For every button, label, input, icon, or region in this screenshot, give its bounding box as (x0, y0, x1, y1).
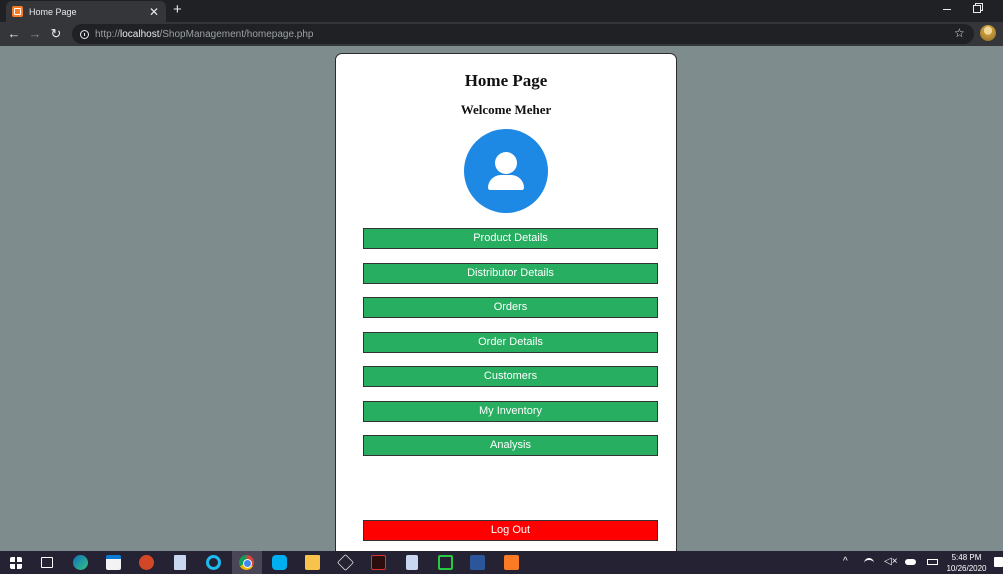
url-host: localhost (120, 28, 160, 40)
3d-box-icon[interactable] (337, 554, 354, 571)
close-tab-icon[interactable]: ✕ (148, 6, 160, 18)
new-tab-icon[interactable]: + (173, 2, 182, 18)
start-icon[interactable] (10, 557, 22, 569)
forward-icon[interactable]: → (27, 25, 43, 43)
url-scheme: http:// (95, 28, 121, 40)
browser-tab-strip: Home Page ✕ + (0, 0, 1003, 22)
back-icon[interactable]: ← (6, 25, 22, 43)
store-icon[interactable] (106, 555, 121, 570)
chrome-icon[interactable] (239, 555, 254, 570)
onedrive-cloud-icon[interactable] (905, 559, 916, 565)
show-hidden-icons-chevron-icon[interactable]: ^ (843, 556, 848, 567)
volume-muted-icon[interactable]: ◁× (884, 556, 898, 567)
skype-icon[interactable] (272, 555, 287, 570)
edge-icon[interactable] (73, 555, 88, 570)
avatar-head (495, 152, 517, 174)
battery-icon[interactable] (927, 559, 938, 565)
task-view-icon[interactable] (41, 557, 53, 568)
internet-explorer-icon[interactable] (206, 555, 221, 570)
bookmark-star-icon[interactable]: ☆ (954, 26, 965, 40)
word-icon[interactable] (470, 555, 485, 570)
document-icon[interactable] (406, 555, 418, 570)
address-bar[interactable]: http://localhost/ShopManagement/homepage… (72, 24, 974, 44)
clock-date: 10/26/2020 (946, 564, 987, 573)
url-path: /ShopManagement/homepage.php (159, 28, 314, 40)
distributor-details-button[interactable]: Distributor Details (363, 263, 658, 284)
orders-button[interactable]: Orders (363, 297, 658, 318)
notifications-icon[interactable] (994, 557, 1003, 567)
xampp-favicon-icon (12, 6, 23, 17)
restore-window-icon[interactable] (970, 2, 984, 16)
profile-avatar-icon[interactable] (980, 25, 996, 41)
avatar-body (488, 175, 524, 190)
powerpoint-icon[interactable] (139, 555, 154, 570)
site-info-icon[interactable] (80, 29, 89, 39)
home-card: Home Page Welcome Meher Product Details … (335, 53, 677, 563)
wifi-icon[interactable] (864, 558, 874, 568)
taskbar-clock[interactable]: 5:48 PM 10/26/2020 (944, 552, 989, 574)
minimize-window-icon[interactable] (940, 2, 954, 16)
green-b-icon[interactable] (438, 555, 453, 570)
user-avatar-icon (464, 129, 548, 213)
welcome-message: Welcome Meher (460, 102, 552, 117)
reload-icon[interactable]: ↻ (48, 25, 64, 43)
clock-time: 5:48 PM (951, 553, 982, 562)
my-inventory-button[interactable]: My Inventory (363, 401, 658, 422)
analysis-button[interactable]: Analysis (363, 435, 658, 456)
page-title: Home Page (464, 71, 548, 90)
logout-button[interactable]: Log Out (363, 520, 658, 541)
tab-title: Home Page (29, 6, 77, 17)
product-details-button[interactable]: Product Details (363, 228, 658, 249)
windows-taskbar: ^ ◁× 5:48 PM 10/26/2020 (0, 551, 1003, 574)
visual-studio-icon[interactable] (371, 555, 386, 570)
file-icon[interactable] (174, 555, 186, 570)
xampp-icon[interactable] (504, 555, 519, 570)
url-text: http://localhost/ShopManagement/homepage… (95, 29, 314, 40)
order-details-button[interactable]: Order Details (363, 332, 658, 353)
browser-tab[interactable]: Home Page ✕ (6, 1, 166, 22)
customers-button[interactable]: Customers (363, 366, 658, 387)
browser-toolbar: ← → ↻ http://localhost/ShopManagement/ho… (0, 22, 1003, 46)
file-explorer-icon[interactable] (305, 555, 320, 570)
